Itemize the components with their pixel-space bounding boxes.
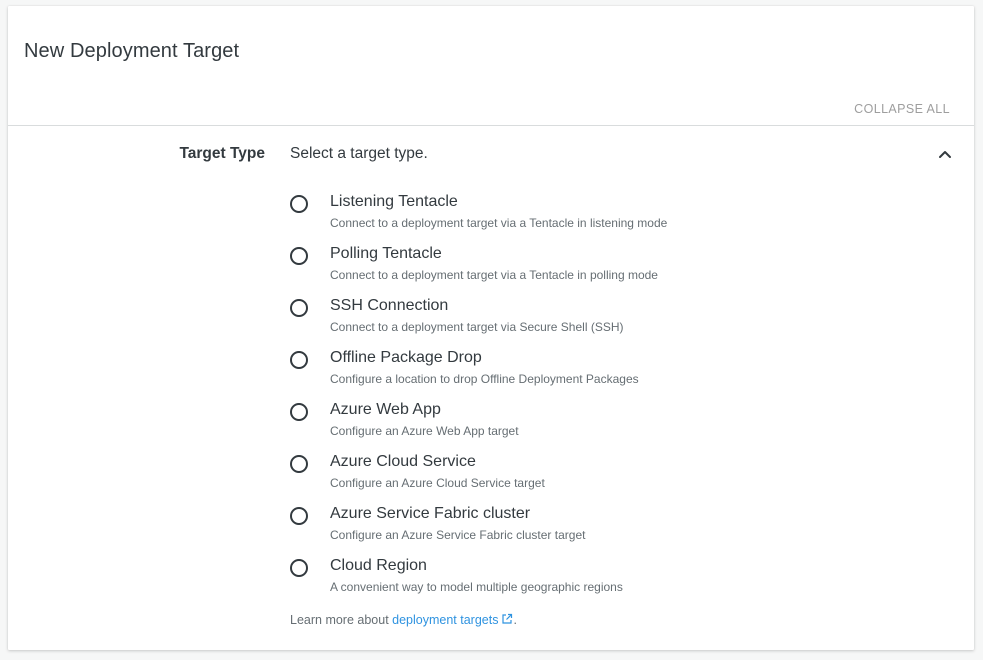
option-polling-tentacle[interactable]: Polling Tentacle Connect to a deployment… [290,240,930,292]
target-type-summary: Select a target type. [290,145,428,162]
option-description: Configure an Azure Web App target [330,424,519,438]
radio-button[interactable] [290,351,308,369]
collapse-all-button[interactable]: COLLAPSE ALL [854,102,950,116]
radio-button[interactable] [290,507,308,525]
radio-button[interactable] [290,195,308,213]
option-description: A convenient way to model multiple geogr… [330,580,623,594]
option-description: Connect to a deployment target via Secur… [330,320,624,334]
learn-more-suffix: . [513,613,517,627]
option-label: Offline Package Drop [330,349,482,366]
option-label: Cloud Region [330,557,427,574]
option-azure-web-app[interactable]: Azure Web App Configure an Azure Web App… [290,396,930,448]
option-label: Azure Service Fabric cluster [330,505,531,522]
option-azure-service-fabric-cluster[interactable]: Azure Service Fabric cluster Configure a… [290,500,930,552]
option-cloud-region[interactable]: Cloud Region A convenient way to model m… [290,552,930,604]
option-label: Listening Tentacle [330,193,458,210]
external-link-icon[interactable] [501,613,513,625]
card-header: New Deployment Target COLLAPSE ALL [8,6,974,126]
option-label: Azure Cloud Service [330,453,476,470]
radio-button[interactable] [290,455,308,473]
radio-button[interactable] [290,299,308,317]
radio-button[interactable] [290,403,308,421]
option-label: Polling Tentacle [330,245,442,262]
chevron-up-icon[interactable] [936,146,954,164]
deployment-targets-link[interactable]: deployment targets [392,613,513,627]
option-label: Azure Web App [330,401,441,418]
option-azure-cloud-service[interactable]: Azure Cloud Service Configure an Azure C… [290,448,930,500]
option-description: Configure an Azure Service Fabric cluste… [330,528,586,542]
option-ssh-connection[interactable]: SSH Connection Connect to a deployment t… [290,292,930,344]
option-label: SSH Connection [330,297,449,314]
deployment-targets-link-text[interactable]: deployment targets [392,613,498,627]
option-offline-package-drop[interactable]: Offline Package Drop Configure a locatio… [290,344,930,396]
option-description: Connect to a deployment target via a Ten… [330,216,668,230]
page-title: New Deployment Target [24,40,240,62]
target-type-label: Target Type [179,145,265,162]
learn-more-prefix: Learn more about [290,613,393,627]
option-listening-tentacle[interactable]: Listening Tentacle Connect to a deployme… [290,188,930,240]
radio-button[interactable] [290,559,308,577]
option-description: Configure an Azure Cloud Service target [330,476,545,490]
radio-button[interactable] [290,247,308,265]
target-type-radio-group: Listening Tentacle Connect to a deployme… [290,188,930,604]
learn-more-text: Learn more about deployment targets. [290,613,517,627]
option-description: Configure a location to drop Offline Dep… [330,372,639,386]
target-type-section: Target Type Select a target type. Listen… [8,126,974,650]
new-deployment-target-card: New Deployment Target COLLAPSE ALL Targe… [8,6,974,650]
option-description: Connect to a deployment target via a Ten… [330,268,658,282]
